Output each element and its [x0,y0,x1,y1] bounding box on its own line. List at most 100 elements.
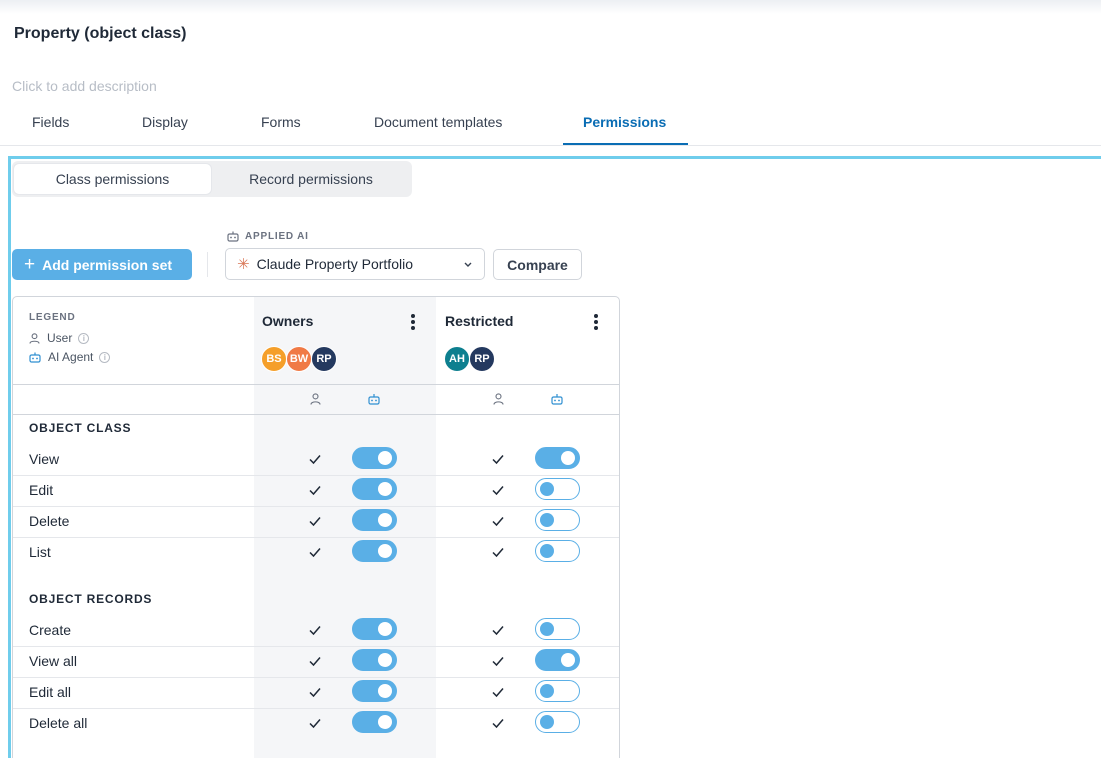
toggle-knob [378,684,392,698]
check-icon[interactable] [491,514,505,527]
page-title: Property (object class) [14,25,187,42]
owners-agent-toggle[interactable] [352,509,397,531]
permission-label: View [29,451,60,467]
toggle-knob [540,544,554,558]
restricted-agent-toggle[interactable] [535,478,580,500]
avatar[interactable]: BS [261,346,287,372]
owners-agent-toggle[interactable] [352,680,397,702]
restricted-more-icon[interactable] [591,313,601,331]
check-icon[interactable] [491,545,505,558]
toggle-knob [378,622,392,636]
check-icon[interactable] [491,685,505,698]
check-icon[interactable] [491,452,505,465]
restricted-agent-toggle[interactable] [535,618,580,640]
row-divider [13,506,619,507]
row-divider [13,708,619,709]
robot-icon [227,231,239,242]
check-icon[interactable] [308,716,322,729]
tab-forms[interactable]: Forms [261,114,301,130]
permission-label: Create [29,622,72,638]
description-placeholder[interactable]: Click to add description [12,78,157,94]
tab-fields[interactable]: Fields [32,114,69,130]
section-heading: OBJECT RECORDS [29,592,153,606]
owners-agent-toggle[interactable] [352,478,397,500]
permission-label: List [29,544,51,560]
claude-spark-icon: ✳ [237,256,250,273]
record-permissions-button[interactable]: Record permissions [212,164,410,194]
compare-button[interactable]: Compare [493,249,582,280]
restricted-agent-toggle[interactable] [535,509,580,531]
tab-bar: Fields Display Forms Document templates … [0,100,1101,146]
robot-icon [368,394,380,405]
applied-ai-text: APPLIED AI [245,231,309,242]
owners-more-icon[interactable] [408,313,418,331]
check-icon[interactable] [308,623,322,636]
avatar[interactable]: BW [286,346,312,372]
owners-agent-toggle[interactable] [352,540,397,562]
user-icon [310,393,321,405]
check-icon[interactable] [308,545,322,558]
check-icon[interactable] [491,654,505,667]
robot-icon [551,394,563,405]
permission-label: Edit all [29,684,72,700]
check-icon[interactable] [308,514,322,527]
top-shadow [0,0,1101,14]
permission-label: Delete all [29,715,88,731]
toggle-knob [378,451,392,465]
restricted-agent-toggle[interactable] [535,540,580,562]
check-icon[interactable] [491,623,505,636]
permissions-table: LEGEND User i AI Agent i Owners BS BW RP… [12,296,620,758]
restricted-agent-toggle[interactable] [535,711,580,733]
row-divider [13,537,619,538]
avatar[interactable]: AH [444,346,470,372]
robot-icon [29,352,41,363]
toolbar-divider [207,252,208,277]
info-icon[interactable]: i [99,351,111,363]
tab-display[interactable]: Display [142,114,188,130]
check-icon[interactable] [308,654,322,667]
toggle-knob [561,653,575,667]
applied-ai-value: Claude Property Portfolio [256,256,413,272]
check-icon[interactable] [308,483,322,496]
applied-ai-label: APPLIED AI [227,231,309,242]
owners-agent-toggle[interactable] [352,711,397,733]
class-permissions-button[interactable]: Class permissions [14,164,211,194]
permission-type-switch: Class permissions Record permissions [12,161,412,197]
check-icon[interactable] [308,452,322,465]
toggle-knob [561,451,575,465]
user-icon [493,393,504,405]
permission-label: Delete [29,513,70,529]
info-icon[interactable]: i [78,332,90,344]
applied-ai-select[interactable]: ✳ Claude Property Portfolio [225,248,485,280]
permission-label: Edit [29,482,54,498]
restricted-agent-toggle[interactable] [535,649,580,671]
toggle-knob [540,622,554,636]
subheader-divider [13,414,619,415]
legend-heading: LEGEND [29,312,76,323]
check-icon[interactable] [491,483,505,496]
toggle-knob [540,513,554,527]
toggle-knob [378,715,392,729]
restricted-column-title: Restricted [445,313,514,329]
header-divider [13,384,619,385]
owners-column-title: Owners [262,313,314,329]
section-heading: OBJECT CLASS [29,421,132,435]
legend-agent-label: AI Agent [48,350,94,364]
tab-permissions[interactable]: Permissions [583,114,666,130]
permission-label: View all [29,653,77,669]
check-icon[interactable] [308,685,322,698]
legend-user-label: User [47,331,73,345]
owners-agent-toggle[interactable] [352,447,397,469]
owners-agent-toggle[interactable] [352,618,397,640]
avatar[interactable]: RP [311,346,337,372]
add-permission-set-button[interactable]: + Add permission set [12,249,192,280]
check-icon[interactable] [491,716,505,729]
toggle-knob [378,482,392,496]
restricted-agent-toggle[interactable] [535,680,580,702]
toggle-knob [378,544,392,558]
avatar[interactable]: RP [469,346,495,372]
legend-agent: AI Agent i [29,350,111,364]
owners-agent-toggle[interactable] [352,649,397,671]
restricted-agent-toggle[interactable] [535,447,580,469]
tab-document-templates[interactable]: Document templates [374,114,502,130]
